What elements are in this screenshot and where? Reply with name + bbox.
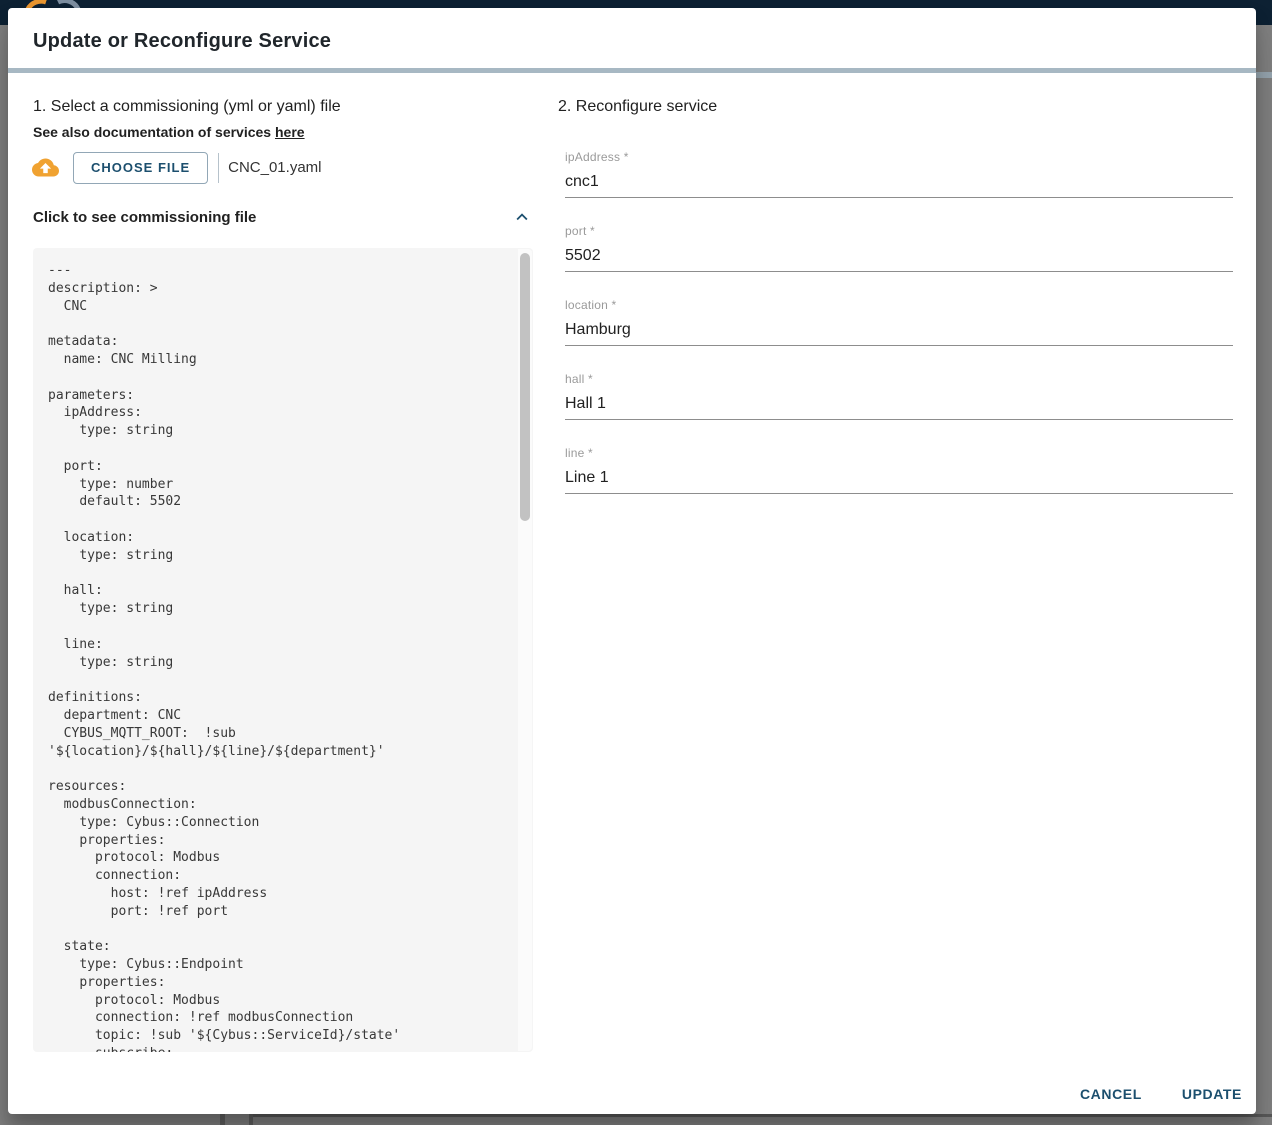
selected-file-name: CNC_01.yaml: [228, 159, 321, 176]
choose-file-button[interactable]: CHOOSE FILE: [73, 152, 208, 184]
ipaddress-input[interactable]: [565, 172, 1233, 198]
update-service-dialog: Update or Reconfigure Service 1. Select …: [8, 8, 1256, 1114]
dialog-actions: CANCEL UPDATE: [1072, 1076, 1250, 1112]
background-subheader-fragment: [1256, 72, 1272, 78]
chevron-up-icon[interactable]: [511, 206, 533, 228]
cancel-button[interactable]: CANCEL: [1072, 1080, 1150, 1108]
field-line: line *: [565, 446, 1233, 494]
location-input[interactable]: [565, 320, 1233, 346]
background-table-border: [253, 1114, 1272, 1117]
code-scrollbar-track[interactable]: [518, 249, 532, 1051]
field-label: location *: [565, 298, 1233, 312]
reconfigure-form: ipAddress * port * location * hall * lin…: [565, 150, 1233, 520]
documentation-hint: See also documentation of services here: [33, 124, 305, 140]
hall-input[interactable]: [565, 394, 1233, 420]
toggle-label: Click to see commissioning file: [33, 209, 256, 226]
field-location: location *: [565, 298, 1233, 346]
background-table-border: [220, 1114, 225, 1125]
field-label: line *: [565, 446, 1233, 460]
field-label: port *: [565, 224, 1233, 238]
port-input[interactable]: [565, 246, 1233, 272]
header-divider: [8, 68, 1256, 73]
line-input[interactable]: [565, 468, 1233, 494]
commissioning-file-toggle[interactable]: Click to see commissioning file: [33, 205, 533, 229]
dialog-title: Update or Reconfigure Service: [33, 30, 331, 53]
file-upload-row: CHOOSE FILE CNC_01.yaml: [32, 151, 322, 184]
documentation-text: See also documentation of services: [33, 124, 271, 140]
filename-separator: [218, 153, 219, 183]
update-button[interactable]: UPDATE: [1174, 1080, 1250, 1108]
field-label: hall *: [565, 372, 1233, 386]
field-ipaddress: ipAddress *: [565, 150, 1233, 198]
commissioning-file-viewer[interactable]: --- description: > CNC metadata: name: C…: [33, 248, 533, 1052]
yaml-code: --- description: > CNC metadata: name: C…: [33, 248, 533, 1052]
step1-title: 1. Select a commissioning (yml or yaml) …: [33, 98, 341, 116]
field-label: ipAddress *: [565, 150, 1233, 164]
cloud-upload-icon: [32, 154, 59, 181]
field-hall: hall *: [565, 372, 1233, 420]
code-scrollbar-thumb[interactable]: [520, 253, 530, 521]
documentation-link[interactable]: here: [275, 124, 305, 140]
field-port: port *: [565, 224, 1233, 272]
step2-title: 2. Reconfigure service: [558, 98, 717, 116]
